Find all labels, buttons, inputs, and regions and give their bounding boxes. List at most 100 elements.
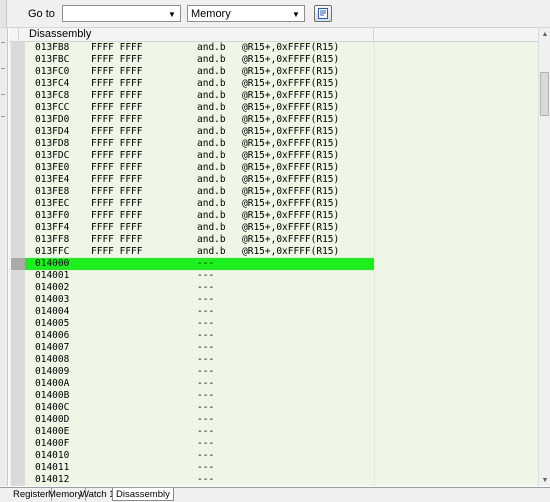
mnemonic-cell: --- — [197, 342, 215, 353]
disassembly-row[interactable]: 013FC0 FFFF FFFF and.b @R15+,0xFFFF(R15) — [25, 66, 374, 78]
operands-cell: @R15+,0xFFFF(R15) — [242, 210, 340, 221]
disassembly-row[interactable]: 013FD8 FFFF FFFF and.b @R15+,0xFFFF(R15) — [25, 138, 374, 150]
chevron-down-icon[interactable]: ▼ — [166, 8, 178, 20]
disassembly-row[interactable]: 01400D --- — [25, 414, 374, 426]
mnemonic-cell: --- — [197, 402, 215, 413]
address-cell: 013FC4 — [35, 78, 70, 89]
mnemonic-cell: and.b — [197, 42, 226, 53]
mnemonic-cell: --- — [197, 366, 215, 377]
operands-cell: @R15+,0xFFFF(R15) — [242, 150, 340, 161]
mnemonic-cell: and.b — [197, 102, 226, 113]
disassembly-row[interactable]: 013FCC FFFF FFFF and.b @R15+,0xFFFF(R15) — [25, 102, 374, 114]
disassembly-row[interactable]: 013FDC FFFF FFFF and.b @R15+,0xFFFF(R15) — [25, 150, 374, 162]
opcode-cell: FFFF FFFF — [91, 210, 143, 221]
goto-page-icon — [318, 8, 328, 19]
scroll-up-icon[interactable]: ▲ — [539, 28, 550, 40]
disassembly-row[interactable]: 01400C --- — [25, 402, 374, 414]
disassembly-row[interactable]: 013FEC FFFF FFFF and.b @R15+,0xFFFF(R15) — [25, 198, 374, 210]
mnemonic-cell: and.b — [197, 114, 226, 125]
mnemonic-cell: --- — [197, 330, 215, 341]
disassembly-row[interactable]: 013FB8 FFFF FFFF and.b @R15+,0xFFFF(R15) — [25, 42, 374, 54]
disassembly-row[interactable]: 01400A --- — [25, 378, 374, 390]
disassembly-row[interactable]: 014001 --- — [25, 270, 374, 282]
mnemonic-cell: and.b — [197, 246, 226, 257]
address-cell: 014012 — [35, 474, 70, 485]
operands-cell: @R15+,0xFFFF(R15) — [242, 66, 340, 77]
disassembly-row[interactable]: 013FC4 FFFF FFFF and.b @R15+,0xFFFF(R15) — [25, 78, 374, 90]
disassembly-row[interactable]: 013FC8 FFFF FFFF and.b @R15+,0xFFFF(R15) — [25, 90, 374, 102]
address-cell: 014010 — [35, 450, 70, 461]
disassembly-row[interactable]: 013FF0 FFFF FFFF and.b @R15+,0xFFFF(R15) — [25, 210, 374, 222]
address-cell: 01400D — [35, 414, 70, 425]
opcode-cell: FFFF FFFF — [91, 198, 143, 209]
tab-disassembly[interactable]: Disassembly — [112, 488, 174, 501]
mnemonic-cell: and.b — [197, 222, 226, 233]
disassembly-row[interactable]: 014002 --- — [25, 282, 374, 294]
mnemonic-cell: --- — [197, 258, 215, 269]
disassembly-row[interactable]: 01400B --- — [25, 390, 374, 402]
disassembly-row[interactable]: 013FF8 FFFF FFFF and.b @R15+,0xFFFF(R15) — [25, 234, 374, 246]
disassembly-panel: Disassembly 013FB8 FFFF FFFF and.b @R15+,0x… — [9, 28, 550, 486]
address-cell: 014009 — [35, 366, 70, 377]
address-cell: 013FCC — [35, 102, 70, 113]
disassembly-row[interactable]: 014010 --- — [25, 450, 374, 462]
disassembly-row[interactable]: 013FE4 FFFF FFFF and.b @R15+,0xFFFF(R15) — [25, 174, 374, 186]
opcode-cell: FFFF FFFF — [91, 90, 143, 101]
opcode-cell: FFFF FFFF — [91, 102, 143, 113]
mnemonic-cell: and.b — [197, 174, 226, 185]
disassembly-row[interactable]: 014005 --- — [25, 318, 374, 330]
goto-address-combo[interactable]: ▼ — [62, 5, 181, 22]
operands-cell: @R15+,0xFFFF(R15) — [242, 42, 340, 53]
address-cell: 01400B — [35, 390, 70, 401]
disassembly-row[interactable]: 014003 --- — [25, 294, 374, 306]
vertical-scrollbar[interactable]: ▲ ▼ — [538, 28, 550, 486]
mnemonic-cell: --- — [197, 378, 215, 389]
disassembly-row[interactable]: 014006 --- — [25, 330, 374, 342]
address-cell: 014011 — [35, 462, 70, 473]
disassembly-row-current[interactable]: 014000 --- — [25, 258, 374, 270]
opcode-cell: FFFF FFFF — [91, 150, 143, 161]
mnemonic-cell: and.b — [197, 78, 226, 89]
disassembly-row[interactable]: 013FD4 FFFF FFFF and.b @R15+,0xFFFF(R15) — [25, 126, 374, 138]
disassembly-row[interactable]: 01400F --- — [25, 438, 374, 450]
mnemonic-cell: --- — [197, 450, 215, 461]
disassembly-row[interactable]: 013FD0 FFFF FFFF and.b @R15+,0xFFFF(R15) — [25, 114, 374, 126]
address-cell: 014007 — [35, 342, 70, 353]
disassembly-row[interactable]: 014007 --- — [25, 342, 374, 354]
operands-cell: @R15+,0xFFFF(R15) — [242, 198, 340, 209]
mnemonic-cell: and.b — [197, 234, 226, 245]
chevron-down-icon[interactable]: ▼ — [290, 8, 302, 20]
toolbar-edge — [0, 0, 7, 27]
goto-button[interactable] — [314, 5, 332, 22]
opcode-cell: FFFF FFFF — [91, 222, 143, 233]
panel-header: Disassembly — [9, 28, 550, 42]
disassembly-row[interactable]: 013FF4 FFFF FFFF and.b @R15+,0xFFFF(R15) — [25, 222, 374, 234]
disassembly-row[interactable]: 01400E --- — [25, 426, 374, 438]
disassembly-row[interactable]: 013FBC FFFF FFFF and.b @R15+,0xFFFF(R15) — [25, 54, 374, 66]
scroll-down-icon[interactable]: ▼ — [539, 474, 550, 486]
address-cell: 01400A — [35, 378, 70, 389]
header-divider — [18, 28, 19, 41]
address-cell: 013FFC — [35, 246, 70, 257]
dock-marker — [1, 68, 5, 69]
panel-title: Disassembly — [29, 28, 92, 40]
mnemonic-cell: --- — [197, 318, 215, 329]
mnemonic-cell: --- — [197, 270, 215, 281]
disassembly-row[interactable]: 014008 --- — [25, 354, 374, 366]
disassembly-row[interactable]: 014011 --- — [25, 462, 374, 474]
disassembly-row[interactable]: 014009 --- — [25, 366, 374, 378]
address-cell: 013FF8 — [35, 234, 70, 245]
disassembly-row[interactable]: 013FE0 FFFF FFFF and.b @R15+,0xFFFF(R15) — [25, 162, 374, 174]
scroll-thumb[interactable] — [540, 72, 549, 116]
operands-cell: @R15+,0xFFFF(R15) — [242, 126, 340, 137]
address-cell: 014000 — [35, 258, 70, 269]
disassembly-row[interactable]: 014012 --- — [25, 474, 374, 486]
disassembly-row[interactable]: 013FFC FFFF FFFF and.b @R15+,0xFFFF(R15) — [25, 246, 374, 258]
operands-cell: @R15+,0xFFFF(R15) — [242, 90, 340, 101]
address-cell: 01400C — [35, 402, 70, 413]
operands-cell: @R15+,0xFFFF(R15) — [242, 138, 340, 149]
opcode-cell: FFFF FFFF — [91, 66, 143, 77]
disassembly-row[interactable]: 013FE8 FFFF FFFF and.b @R15+,0xFFFF(R15) — [25, 186, 374, 198]
memory-type-select[interactable]: Memory ▼ — [187, 5, 305, 22]
disassembly-row[interactable]: 014004 --- — [25, 306, 374, 318]
